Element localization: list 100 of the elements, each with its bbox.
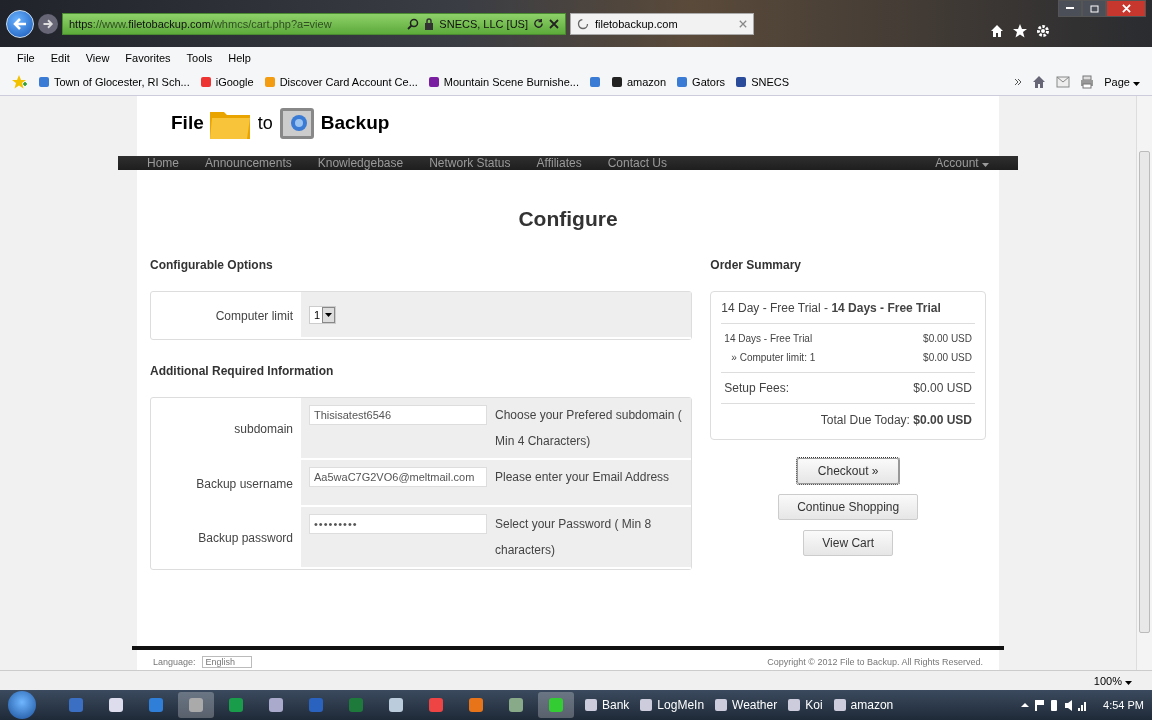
- menu-item[interactable]: File: [17, 52, 35, 64]
- zoom-level[interactable]: 100%: [1093, 674, 1132, 687]
- search-icon[interactable]: [407, 17, 420, 30]
- app-icon: [68, 697, 84, 713]
- minimize-icon: [1066, 7, 1074, 10]
- favorite-link[interactable]: Town of Glocester, RI Sch...: [38, 76, 190, 88]
- nav-link[interactable]: Affiliates: [523, 156, 595, 170]
- bookmark-icon: [735, 76, 748, 88]
- nav-link[interactable]: Contact Us: [594, 156, 681, 170]
- maximize-button[interactable]: [1082, 0, 1106, 17]
- app-icon: [428, 697, 444, 713]
- menu-item[interactable]: Favorites: [125, 52, 171, 64]
- section-heading: Configurable Options: [150, 258, 274, 272]
- home-icon[interactable]: [1032, 75, 1047, 89]
- safe-icon: [278, 106, 317, 140]
- home-icon[interactable]: [990, 23, 1004, 38]
- computer-limit-select[interactable]: 1: [309, 305, 337, 324]
- app-icon: [548, 697, 564, 713]
- total-due: Total Due Today: $0.00 USD: [819, 412, 973, 429]
- bookmark-icon: [38, 76, 50, 88]
- section-heading: Additional Required Information: [150, 364, 335, 378]
- line-amount: $0.00 USD: [923, 333, 972, 344]
- close-icon[interactable]: [549, 18, 559, 29]
- favorite-link[interactable]: SNECS: [735, 76, 790, 88]
- app-icon: [148, 697, 164, 713]
- app-icon: [188, 697, 204, 713]
- password-field[interactable]: •••••••••: [309, 514, 487, 534]
- favorite-link[interactable]: Mountain Scene Burnishe...: [427, 76, 579, 88]
- favorite-link[interactable]: Gators: [676, 76, 726, 88]
- scrollbar[interactable]: [1136, 96, 1152, 670]
- app-icon: [348, 697, 364, 713]
- star-icon[interactable]: [1013, 23, 1027, 38]
- url-text: https://www.filetobackup.com/whmcs/cart.php?a=view: [69, 17, 333, 30]
- app-icon: [714, 698, 729, 712]
- favorites-star-icon[interactable]: [12, 75, 28, 89]
- bookmark-icon: [588, 76, 601, 88]
- app-icon: [388, 697, 404, 713]
- favorite-link[interactable]: amazon: [610, 76, 667, 88]
- input-field[interactable]: Aa5waC7G2VO6@meltmail.com: [309, 467, 487, 487]
- app-icon: [228, 697, 244, 713]
- menu-item[interactable]: View: [85, 52, 110, 64]
- page-title: Configure: [517, 207, 619, 231]
- app-icon: [268, 697, 284, 713]
- address-bar[interactable]: https://www.filetobackup.com/whmcs/cart.php?a=view SNECS, LLC [US]: [62, 12, 566, 35]
- account-menu[interactable]: Account: [922, 156, 1002, 170]
- lock-icon: [424, 17, 435, 30]
- menu-item[interactable]: Help: [228, 52, 251, 64]
- taskbar-shortcut[interactable]: Koi: [787, 698, 823, 712]
- taskbar-shortcut[interactable]: amazon: [832, 698, 894, 712]
- app-icon: [584, 698, 598, 712]
- nav-link[interactable]: Announcements: [192, 156, 305, 170]
- menu-item[interactable]: Tools: [186, 52, 213, 64]
- maximize-icon: [1089, 4, 1099, 13]
- refresh-icon[interactable]: [533, 18, 544, 29]
- bookmark-icon: [427, 76, 440, 88]
- back-arrow-icon: [12, 15, 28, 32]
- caret-icon: [1125, 680, 1132, 685]
- field-label: Backup username: [195, 475, 294, 493]
- menu-item[interactable]: Edit: [50, 52, 70, 64]
- app-icon: [468, 697, 484, 713]
- nav-link[interactable]: Knowledgebase: [304, 156, 417, 170]
- loading-icon: [577, 17, 589, 30]
- product-name: 14 Day - Free Trial - 14 Days - Free Trial: [721, 292, 975, 324]
- back-button[interactable]: [6, 9, 34, 38]
- site-identity[interactable]: SNECS, LLC [US]: [439, 17, 528, 30]
- favorite-link[interactable]: [588, 76, 601, 88]
- line-item: 14 Days - Free Trial: [724, 333, 813, 344]
- field-label: Computer limit: [214, 307, 294, 325]
- copyright-text: Copyright © 2012 File to Backup. All Rights Reserved.: [767, 657, 983, 667]
- bookmark-icon: [676, 76, 689, 88]
- start-button[interactable]: [8, 691, 36, 719]
- printer-icon[interactable]: [1080, 75, 1095, 89]
- favorite-link[interactable]: Discover Card Account Ce...: [263, 76, 418, 88]
- settings-icon[interactable]: [1036, 23, 1050, 38]
- minimize-button[interactable]: [1058, 0, 1082, 17]
- favorite-link[interactable]: iGoogle: [199, 76, 254, 88]
- language-select[interactable]: English: [201, 656, 253, 668]
- chevron-right-icon[interactable]: [1014, 78, 1023, 86]
- clock[interactable]: 4:54 PM: [1103, 699, 1144, 711]
- page-menu[interactable]: Page: [1104, 76, 1140, 88]
- taskbar-shortcut[interactable]: LogMeIn: [639, 698, 705, 712]
- input-field[interactable]: Thisisatest6546: [309, 405, 487, 425]
- close-button[interactable]: [1106, 0, 1146, 17]
- view-cart-button[interactable]: View Cart: [803, 530, 894, 556]
- taskbar-shortcut[interactable]: Weather: [714, 698, 778, 712]
- field-hint: Please enter your Email Address: [495, 469, 671, 486]
- browser-tab[interactable]: filetobackup.com: [570, 12, 754, 35]
- checkout-button[interactable]: Checkout »: [797, 458, 900, 484]
- line-item: » Computer limit: 1: [730, 352, 816, 363]
- mail-icon[interactable]: [1056, 76, 1071, 88]
- caret-icon: [982, 163, 989, 167]
- forward-button[interactable]: [38, 13, 58, 34]
- continue-shopping-button[interactable]: Continue Shopping: [778, 494, 919, 520]
- nav-link[interactable]: Home: [134, 156, 192, 170]
- field-label: Backup password: [197, 530, 294, 547]
- bookmark-icon: [199, 76, 212, 88]
- section-heading: Order Summary: [710, 258, 803, 272]
- taskbar-shortcut[interactable]: Bank: [584, 698, 630, 712]
- caret-icon: [325, 312, 333, 317]
- nav-link[interactable]: Network Status: [416, 156, 524, 170]
